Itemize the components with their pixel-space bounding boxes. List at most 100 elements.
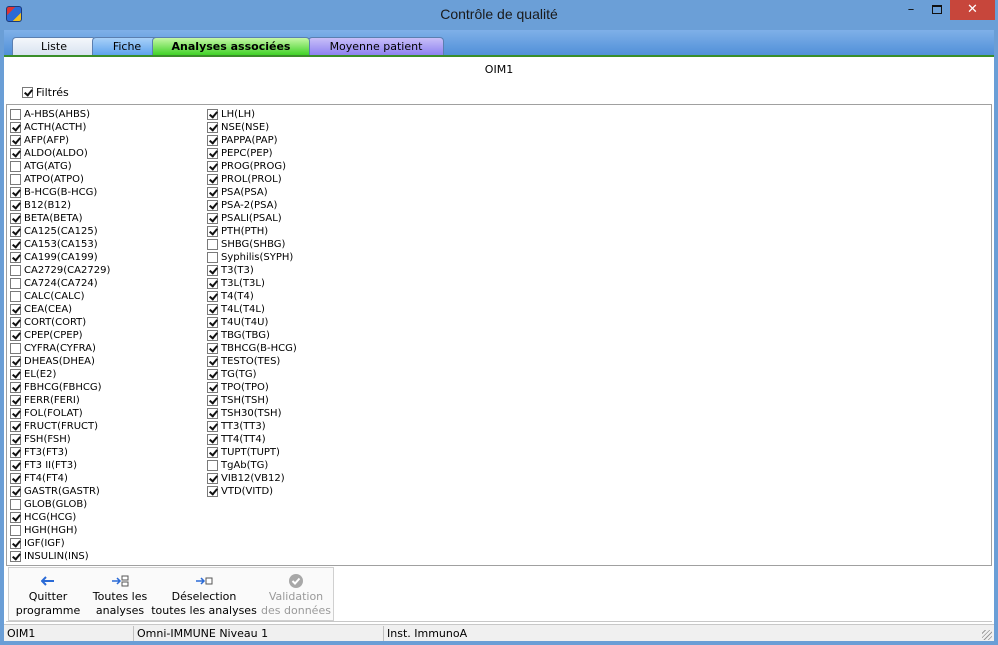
analysis-item[interactable]: ATG(ATG) [10, 160, 110, 173]
analysis-item[interactable]: NSE(NSE) [207, 121, 297, 134]
analysis-checkbox[interactable] [207, 317, 218, 328]
analysis-checkbox[interactable] [207, 473, 218, 484]
analysis-checkbox[interactable] [10, 421, 21, 432]
analysis-checkbox[interactable] [207, 408, 218, 419]
analysis-checkbox[interactable] [207, 265, 218, 276]
analysis-item[interactable]: GLOB(GLOB) [10, 498, 110, 511]
analysis-item[interactable]: B12(B12) [10, 199, 110, 212]
analysis-item[interactable]: CORT(CORT) [10, 316, 110, 329]
analysis-checkbox[interactable] [10, 226, 21, 237]
analysis-item[interactable]: FBHCG(FBHCG) [10, 381, 110, 394]
analysis-checkbox[interactable] [207, 226, 218, 237]
analysis-item[interactable]: CA153(CA153) [10, 238, 110, 251]
analysis-item[interactable]: ALDO(ALDO) [10, 147, 110, 160]
analysis-item[interactable]: T4(T4) [207, 290, 297, 303]
analysis-checkbox[interactable] [10, 304, 21, 315]
analysis-checkbox[interactable] [207, 369, 218, 380]
analysis-item[interactable]: INSULIN(INS) [10, 550, 110, 563]
analysis-item[interactable]: TT4(TT4) [207, 433, 297, 446]
analysis-checkbox[interactable] [10, 174, 21, 185]
tab-moyenne-patient[interactable]: Moyenne patient [308, 37, 444, 56]
analysis-checkbox[interactable] [10, 161, 21, 172]
analyses-checklist[interactable]: A-HBS(AHBS) ACTH(ACTH) AFP(AFP) ALDO(ALDO) A… [6, 104, 992, 566]
analysis-item[interactable]: FRUCT(FRUCT) [10, 420, 110, 433]
analysis-item[interactable]: BETA(BETA) [10, 212, 110, 225]
analysis-checkbox[interactable] [10, 447, 21, 458]
analysis-checkbox[interactable] [10, 252, 21, 263]
analysis-checkbox[interactable] [10, 382, 21, 393]
analysis-item[interactable]: HCG(HCG) [10, 511, 110, 524]
analysis-item[interactable]: GASTR(GASTR) [10, 485, 110, 498]
analysis-item[interactable]: EL(E2) [10, 368, 110, 381]
analysis-item[interactable]: VTD(VITD) [207, 485, 297, 498]
analysis-item[interactable]: TgAb(TG) [207, 459, 297, 472]
analysis-item[interactable]: B-HCG(B-HCG) [10, 186, 110, 199]
analysis-item[interactable]: CA2729(CA2729) [10, 264, 110, 277]
analysis-checkbox[interactable] [10, 460, 21, 471]
analysis-checkbox[interactable] [10, 369, 21, 380]
analysis-item[interactable]: TSH30(TSH) [207, 407, 297, 420]
analysis-item[interactable]: CA724(CA724) [10, 277, 110, 290]
analysis-checkbox[interactable] [10, 486, 21, 497]
analysis-item[interactable]: ACTH(ACTH) [10, 121, 110, 134]
analysis-item[interactable]: ATPO(ATPO) [10, 173, 110, 186]
analysis-checkbox[interactable] [207, 109, 218, 120]
analysis-item[interactable]: T3L(T3L) [207, 277, 297, 290]
analysis-checkbox[interactable] [207, 304, 218, 315]
analysis-checkbox[interactable] [10, 330, 21, 341]
analysis-checkbox[interactable] [10, 343, 21, 354]
analysis-checkbox[interactable] [207, 239, 218, 250]
analysis-item[interactable]: FT3 II(FT3) [10, 459, 110, 472]
analysis-checkbox[interactable] [10, 499, 21, 510]
analysis-item[interactable]: TBHCG(B-HCG) [207, 342, 297, 355]
analysis-item[interactable]: FOL(FOLAT) [10, 407, 110, 420]
analysis-item[interactable]: CYFRA(CYFRA) [10, 342, 110, 355]
analysis-checkbox[interactable] [207, 161, 218, 172]
minimize-button[interactable]: – [898, 0, 924, 20]
analysis-item[interactable]: HGH(HGH) [10, 524, 110, 537]
analysis-item[interactable]: CPEP(CPEP) [10, 329, 110, 342]
analysis-item[interactable]: PEPC(PEP) [207, 147, 297, 160]
analysis-checkbox[interactable] [207, 187, 218, 198]
analysis-checkbox[interactable] [10, 317, 21, 328]
filter-checkbox-box[interactable] [22, 86, 33, 98]
analysis-checkbox[interactable] [10, 187, 21, 198]
analysis-checkbox[interactable] [207, 174, 218, 185]
analysis-item[interactable]: PTH(PTH) [207, 225, 297, 238]
analysis-checkbox[interactable] [10, 122, 21, 133]
analysis-checkbox[interactable] [10, 356, 21, 367]
analysis-checkbox[interactable] [207, 434, 218, 445]
analysis-item[interactable]: PSA(PSA) [207, 186, 297, 199]
analysis-checkbox[interactable] [207, 213, 218, 224]
analysis-item[interactable]: IGF(IGF) [10, 537, 110, 550]
analysis-checkbox[interactable] [207, 395, 218, 406]
analysis-checkbox[interactable] [207, 460, 218, 471]
analysis-checkbox[interactable] [207, 382, 218, 393]
analysis-checkbox[interactable] [10, 512, 21, 523]
analysis-checkbox[interactable] [10, 213, 21, 224]
analysis-checkbox[interactable] [10, 265, 21, 276]
analysis-checkbox[interactable] [10, 148, 21, 159]
analysis-checkbox[interactable] [207, 447, 218, 458]
analysis-checkbox[interactable] [10, 200, 21, 211]
analysis-item[interactable]: FT3(FT3) [10, 446, 110, 459]
maximize-button[interactable] [924, 0, 950, 20]
analysis-checkbox[interactable] [10, 395, 21, 406]
analysis-item[interactable]: TSH(TSH) [207, 394, 297, 407]
analysis-item[interactable]: CA199(CA199) [10, 251, 110, 264]
analysis-item[interactable]: T4U(T4U) [207, 316, 297, 329]
analysis-checkbox[interactable] [10, 239, 21, 250]
analysis-item[interactable]: TUPT(TUPT) [207, 446, 297, 459]
analysis-checkbox[interactable] [10, 109, 21, 120]
analysis-item[interactable]: AFP(AFP) [10, 134, 110, 147]
analysis-item[interactable]: Syphilis(SYPH) [207, 251, 297, 264]
analysis-item[interactable]: LH(LH) [207, 108, 297, 121]
analysis-item[interactable]: FT4(FT4) [10, 472, 110, 485]
analysis-item[interactable]: VIB12(VB12) [207, 472, 297, 485]
analysis-item[interactable]: T4L(T4L) [207, 303, 297, 316]
analysis-checkbox[interactable] [10, 135, 21, 146]
analysis-checkbox[interactable] [207, 135, 218, 146]
analysis-item[interactable]: CALC(CALC) [10, 290, 110, 303]
analysis-checkbox[interactable] [207, 122, 218, 133]
analysis-item[interactable]: PAPPA(PAP) [207, 134, 297, 147]
